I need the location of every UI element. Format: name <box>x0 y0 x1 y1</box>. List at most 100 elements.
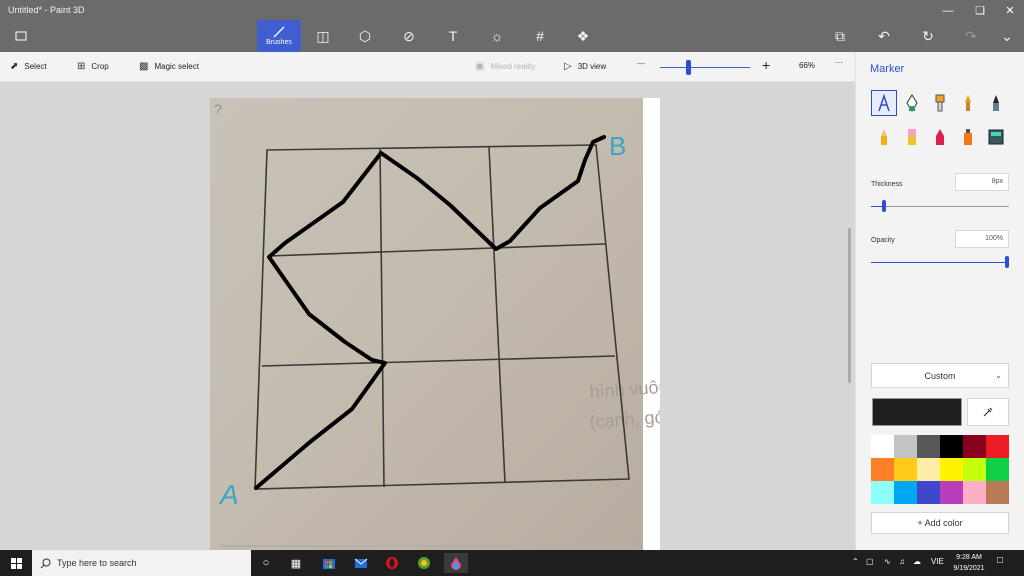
pencil-tool[interactable] <box>872 125 896 149</box>
oil-brush-tool[interactable] <box>928 91 952 115</box>
pencil-icon <box>881 129 887 145</box>
more-options-button[interactable]: ··· <box>835 58 843 67</box>
zoom-slider-thumb[interactable] <box>686 60 691 75</box>
crop-label: Crop <box>91 62 109 71</box>
network-icon[interactable]: ▢ <box>866 557 874 566</box>
browser-icon[interactable] <box>414 553 434 573</box>
palette-swatch[interactable] <box>894 481 917 504</box>
brushes-label: Brushes <box>266 39 292 46</box>
palette-swatch[interactable] <box>963 481 986 504</box>
clock[interactable]: 9:28 AM 9/19/2021 <box>948 552 990 574</box>
effects-icon[interactable]: ☼ <box>476 22 518 50</box>
palette-swatch[interactable] <box>894 458 917 481</box>
palette-swatch[interactable] <box>894 435 917 458</box>
palette-swatch[interactable] <box>871 435 894 458</box>
2d-shapes-icon[interactable]: ◫ <box>302 22 344 50</box>
taskbar-search[interactable]: Type here to search <box>32 550 251 576</box>
palette-swatch[interactable] <box>917 435 940 458</box>
canvas-workspace[interactable]: ? hình vuông, hãy (cạnh, góc) của A B <box>0 82 855 550</box>
palette-swatch[interactable] <box>963 458 986 481</box>
drawing-svg[interactable]: ? hình vuông, hãy (cạnh, góc) của A B <box>210 98 718 550</box>
task-view-icon[interactable]: ▦ <box>286 553 306 573</box>
palette-swatch[interactable] <box>917 458 940 481</box>
select-button[interactable]: ⬈ Select <box>10 61 47 72</box>
add-color-button[interactable]: + Add color <box>871 512 1009 534</box>
palette-swatch[interactable] <box>917 481 940 504</box>
palette-swatch[interactable] <box>871 458 894 481</box>
opera-icon[interactable] <box>382 553 402 573</box>
store-icon[interactable] <box>319 553 339 573</box>
opacity-input[interactable]: 100% <box>955 230 1009 248</box>
palette-swatch[interactable] <box>940 435 963 458</box>
minimize-button[interactable]: — <box>934 2 962 20</box>
marker-icon <box>878 94 890 112</box>
chevron-down-icon: ⌄ <box>995 371 1002 380</box>
thickness-slider-track[interactable] <box>871 206 1009 207</box>
expand-icon[interactable]: ⌄ <box>986 22 1024 50</box>
crop-button[interactable]: ⊞ Crop <box>77 61 109 72</box>
restore-button[interactable]: ❏ <box>966 2 994 20</box>
undo-icon[interactable]: ↶ <box>863 22 905 50</box>
color-mode-dropdown[interactable]: Custom ⌄ <box>871 363 1009 388</box>
palette-swatch[interactable] <box>986 481 1009 504</box>
taskbar: Type here to search ○ ▦ ⌃ ▢ ∿ ♫ ☁ VIE 9:… <box>0 550 1024 576</box>
fill-tool[interactable] <box>984 125 1008 149</box>
3d-shapes-icon[interactable]: ⬡ <box>344 22 386 50</box>
crayon-tool[interactable] <box>928 125 952 149</box>
pixel-pen-tool[interactable] <box>984 91 1008 115</box>
calligraphy-pen-icon <box>906 94 918 112</box>
stickers-icon[interactable]: ⊘ <box>388 22 430 50</box>
palette-swatch[interactable] <box>940 458 963 481</box>
close-button[interactable]: ✕ <box>996 2 1024 20</box>
oil-brush-icon <box>935 94 945 112</box>
horizontal-scrollbar[interactable] <box>220 545 628 547</box>
3d-view-button[interactable]: ▷ 3D view <box>564 61 606 72</box>
thickness-slider-thumb[interactable] <box>882 200 886 212</box>
opacity-slider-fill <box>871 262 1005 263</box>
text-icon[interactable]: T <box>432 22 474 50</box>
mixed-reality-button[interactable]: ▣ Mixed reality <box>475 61 535 72</box>
palette-swatch[interactable] <box>986 435 1009 458</box>
zoom-in-button[interactable]: + <box>762 57 770 73</box>
notifications-icon[interactable]: □ <box>997 555 1003 566</box>
canvas-icon[interactable]: # <box>519 22 561 50</box>
wifi-icon[interactable]: ∿ <box>884 557 891 566</box>
thickness-input[interactable]: 8px <box>955 173 1009 191</box>
language-indicator[interactable]: VIE <box>931 557 944 566</box>
eyedropper-button[interactable] <box>967 398 1009 426</box>
3d-library-icon[interactable]: ❖ <box>562 22 604 50</box>
zoom-out-button[interactable]: — <box>637 59 645 68</box>
brushes-icon <box>273 26 285 38</box>
show-hidden-icons[interactable]: ⌃ <box>852 557 859 566</box>
eraser-tool[interactable] <box>900 125 924 149</box>
calligraphy-pen-tool[interactable] <box>900 91 924 115</box>
palette-swatch[interactable] <box>986 458 1009 481</box>
brush-panel: Marker Thickness 8px Opacity 100% Custom… <box>855 52 1024 550</box>
watercolor-tool[interactable] <box>956 91 980 115</box>
spraycan-icon <box>964 129 972 145</box>
thickness-slider-fill <box>871 206 882 207</box>
menu-icon[interactable] <box>0 22 42 50</box>
paste-icon[interactable]: ⧉ <box>819 22 861 50</box>
marker-tool[interactable] <box>871 90 897 116</box>
drawing-canvas[interactable]: ? hình vuông, hãy (cạnh, góc) của A B <box>210 98 718 550</box>
volume-icon[interactable]: ♫ <box>899 557 905 566</box>
palette-swatch[interactable] <box>963 435 986 458</box>
history-icon[interactable]: ↻ <box>907 22 949 50</box>
onedrive-icon[interactable]: ☁ <box>913 557 921 566</box>
start-button[interactable] <box>0 550 32 576</box>
mail-icon[interactable] <box>351 553 371 573</box>
palette-swatch[interactable] <box>871 481 894 504</box>
photo-corner-mark: ? <box>214 101 222 117</box>
paint3d-icon[interactable] <box>444 553 468 573</box>
spraycan-tool[interactable] <box>956 125 980 149</box>
vertical-scrollbar[interactable] <box>848 228 851 383</box>
brushes-tab[interactable]: Brushes <box>257 20 301 52</box>
window-title: Untitled* - Paint 3D <box>8 5 85 15</box>
current-color-swatch[interactable] <box>872 398 962 426</box>
magic-select-button[interactable]: ▩ Magic select <box>139 61 199 72</box>
cortana-icon[interactable]: ○ <box>256 553 276 573</box>
zoom-slider-track[interactable] <box>660 67 750 68</box>
opacity-slider-thumb[interactable] <box>1005 256 1009 268</box>
palette-swatch[interactable] <box>940 481 963 504</box>
